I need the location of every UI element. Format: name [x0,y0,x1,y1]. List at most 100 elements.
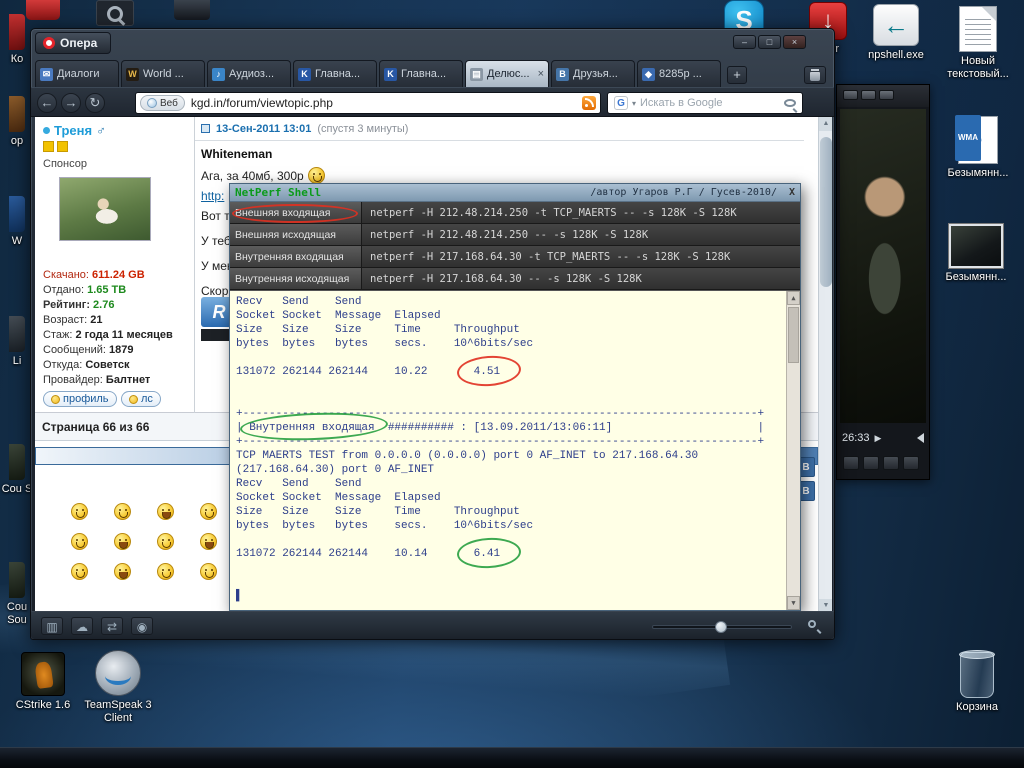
tab-close-icon[interactable]: × [538,68,544,80]
test-button-external-incoming[interactable]: Внешняя входящая [230,202,362,223]
desktop-icon-wma[interactable]: ♪ WMA Безымянн... [940,116,1016,180]
emoticon[interactable] [114,563,131,580]
player-button-2[interactable] [861,90,876,100]
desktop-icon-new-text[interactable]: Новый текстовый... [940,6,1016,81]
tab-8285[interactable]: ◆ 8285р ... [637,60,721,87]
profile-button[interactable]: профиль [43,391,117,407]
minimize-button[interactable]: – [733,35,756,49]
back-button[interactable]: ← [37,93,57,113]
player-button-1[interactable] [843,90,858,100]
scrollbar-thumb[interactable] [788,307,799,363]
emoticon[interactable] [114,503,131,520]
player-toolbar-button[interactable] [843,456,859,470]
post-header: 13-Сен-2011 13:01 (спустя 3 минуты) [195,117,804,141]
tab-delyus-active[interactable]: ▤ Делюс... × [465,60,549,87]
wma-badge: WMA [955,115,981,161]
zoom-slider-knob[interactable] [715,621,727,633]
desktop-icon-npshell[interactable]: ← npshell.exe [866,4,926,62]
page-scrollbar[interactable]: ▲ ▼ [818,117,832,613]
trash-icon [810,72,820,81]
opera-menu-button[interactable]: Опера [35,32,111,54]
tab-glavnaya-2[interactable]: K Главна... [379,60,463,87]
tab-favicon: B [556,68,569,81]
new-tab-button[interactable]: + [727,66,747,84]
desktop-icon-left-2[interactable]: ор [0,96,34,148]
author-sidebar: Треня ♂ Спонсор Скачано: 611.24 GB Отдан… [35,117,195,413]
tab-audio[interactable]: ♪ Аудиоз... [207,60,291,87]
panels-icon[interactable]: ▥ [41,617,63,635]
test-button-internal-outgoing[interactable]: Внутренняя исходящая [230,268,362,289]
desktop-icon-left-3[interactable]: W [0,196,34,248]
test-button-internal-incoming[interactable]: Внутренняя входящая [230,246,362,267]
speaker-icon[interactable] [917,433,924,443]
stat-provider: Провайдер: Балтнет [43,374,150,386]
emoticon[interactable] [71,533,88,550]
command-text: netperf -H 217.168.64.30 -t TCP_MAERTS -… [370,246,730,267]
username[interactable]: Треня ♂ [43,123,106,138]
emoticon[interactable] [71,503,88,520]
scroll-down-icon[interactable]: ▼ [787,596,800,610]
post-link[interactable]: http: [201,189,224,203]
tab-world[interactable]: W World ... [121,60,205,87]
desktop-icon-image[interactable]: Безымянн... [936,224,1016,284]
desktop-icon-left-1[interactable]: Ко [0,14,34,66]
zoom-icon[interactable] [808,620,816,628]
closed-tabs-trash-button[interactable] [804,66,826,84]
post-icon[interactable] [201,124,210,133]
web-badge[interactable]: Веб [140,95,185,111]
reload-button[interactable]: ↻ [85,93,105,113]
tab-favicon: ♪ [212,68,225,81]
scrollbar-thumb[interactable] [820,137,832,287]
desktop-icon-cstrike[interactable]: CStrike 1.6 [8,652,78,712]
icon-label: Ко [0,53,34,66]
desktop-icon-top-2[interactable] [96,0,134,26]
emoticon[interactable] [157,563,174,580]
emoticon[interactable] [200,533,217,550]
emoticon[interactable] [200,503,217,520]
smiley-icon [129,395,138,404]
pm-button[interactable]: лс [121,391,161,407]
app-icon [9,196,25,232]
zoom-slider-track[interactable] [652,625,792,629]
cloud-icon[interactable]: ☁ [71,617,93,635]
close-button[interactable]: × [783,35,806,49]
tab-label: Друзья... [573,68,630,80]
play-icon[interactable]: ▶ [875,433,882,444]
icon-label: CStrike 1.6 [8,699,78,712]
google-search-field[interactable]: G ▾ Искать в Google [607,92,803,114]
desktop-icon-recycle-bin[interactable]: Корзина [942,652,1012,714]
player-toolbar-button[interactable] [863,456,879,470]
desktop-icon-teamspeak[interactable]: TeamSpeak 3 Client [82,650,154,725]
icon-label: ор [0,135,34,148]
turbo-icon[interactable]: ◉ [131,617,153,635]
player-toolbar-button[interactable] [903,456,919,470]
scroll-up-icon[interactable]: ▲ [819,117,832,131]
test-button-external-outgoing[interactable]: Внешняя исходящая [230,224,362,245]
terminal-scrollbar[interactable]: ▲ ▼ [786,291,800,610]
emoticon[interactable] [71,563,88,580]
desktop-icon-left-5[interactable]: Cou S [0,444,34,496]
tab-dialogi[interactable]: ✉ Диалоги [35,60,119,87]
desktop-icon-left-6[interactable]: Cou Sou [0,562,34,627]
rss-icon[interactable] [582,96,596,110]
desktop-icon-left-4[interactable]: Li [0,316,34,368]
desktop-icon-top-3[interactable] [174,0,210,20]
scroll-up-icon[interactable]: ▲ [787,291,800,305]
emoticon[interactable] [157,503,174,520]
netperf-close-button[interactable]: X [789,187,795,198]
sync-icon[interactable]: ⇄ [101,617,123,635]
emoticon[interactable] [200,563,217,580]
address-bar[interactable]: Веб kgd.in/forum/viewtopic.php [135,92,601,114]
forward-button[interactable]: → [61,93,81,113]
chevron-down-icon[interactable]: ▾ [632,99,636,108]
icon-label: Cou S [0,483,34,496]
tab-glavnaya-1[interactable]: K Главна... [293,60,377,87]
emoticon[interactable] [157,533,174,550]
tab-druzya[interactable]: B Друзья... [551,60,635,87]
taskbar[interactable] [0,747,1024,768]
player-toolbar-button[interactable] [883,456,899,470]
emoticon[interactable] [114,533,131,550]
search-icon[interactable] [784,99,796,107]
player-button-3[interactable] [879,90,894,100]
maximize-button[interactable]: □ [758,35,781,49]
